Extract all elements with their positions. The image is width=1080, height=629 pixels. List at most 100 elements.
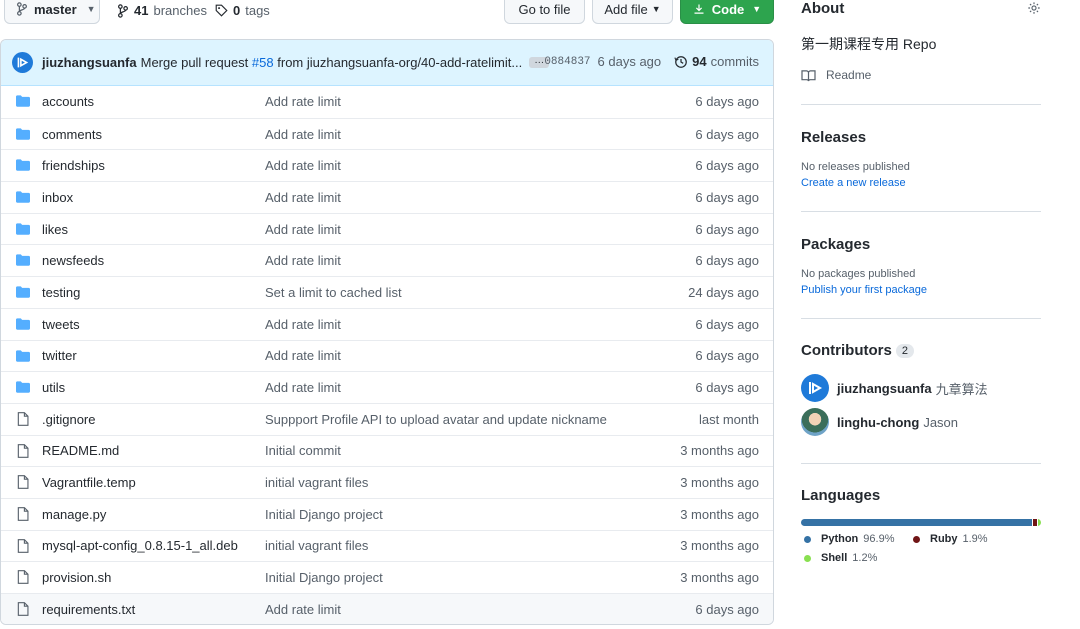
folder-icon [16, 254, 30, 267]
file-name-link[interactable]: README.md [42, 443, 119, 458]
file-name-link[interactable]: twitter [42, 348, 77, 363]
languages-bar [801, 519, 1041, 526]
commit-message[interactable]: Merge pull request #58 from jiuzhangsuan… [141, 55, 523, 70]
branches-count: 41 [134, 3, 149, 18]
file-commit-message-link[interactable]: Add rate limit [265, 348, 341, 363]
contributors-count: 2 [895, 343, 914, 358]
avatar[interactable] [12, 52, 33, 73]
file-row[interactable]: newsfeeds Add rate limit 6 days ago [1, 244, 773, 276]
language-item-ruby[interactable]: Ruby 1.9% [913, 533, 988, 545]
file-name-link[interactable]: manage.py [42, 507, 106, 522]
file-icon [17, 507, 29, 521]
file-commit-message-link[interactable]: initial vagrant files [265, 538, 368, 553]
file-row[interactable]: Vagrantfile.temp initial vagrant files 3 m… [1, 466, 773, 498]
create-release-link[interactable]: Create a new release [801, 177, 906, 189]
file-commit-message-link[interactable]: Add rate limit [265, 317, 341, 332]
file-name-link[interactable]: inbox [42, 190, 73, 205]
file-row[interactable]: likes Add rate limit 6 days ago [1, 212, 773, 245]
file-commit-age: last month [699, 411, 759, 427]
contributor-name: Jason [923, 414, 959, 430]
about-heading: About [801, 0, 845, 17]
file-row[interactable]: tweets Add rate limit 6 days ago [1, 307, 773, 340]
file-row[interactable]: accounts Add rate limit 6 days ago [1, 86, 773, 118]
commit-age[interactable]: 6 days ago [598, 54, 662, 69]
file-name-link[interactable]: mysql-apt-config_0.8.15-1_all.deb [42, 538, 238, 553]
commit-author[interactable]: jiuzhangsuanfa [42, 55, 137, 70]
file-name-link[interactable]: testing [42, 285, 80, 300]
file-row[interactable]: comments Add rate limit 6 days ago [1, 117, 773, 150]
go-to-file-button[interactable]: Go to file [504, 0, 585, 24]
file-name-link[interactable]: .gitignore [42, 412, 95, 427]
pull-request-link[interactable]: #58 [252, 55, 274, 70]
file-commit-message-link[interactable]: Add rate limit [265, 380, 341, 395]
file-name-link[interactable]: requirements.txt [42, 602, 135, 617]
file-name-link[interactable]: comments [42, 127, 102, 142]
file-commit-message-link[interactable]: Add rate limit [265, 602, 341, 617]
file-icon [17, 411, 29, 426]
file-name-link[interactable]: provision.sh [42, 570, 111, 585]
commit-sha[interactable]: 0884837 [544, 56, 590, 68]
language-item-shell[interactable]: Shell 1.2% [804, 552, 877, 564]
file-commit-message-link[interactable]: Add rate limit [265, 94, 341, 109]
file-commit-message-link[interactable]: Suppport Profile API to upload avatar an… [265, 412, 607, 427]
tags-link[interactable]: 0 tags [215, 3, 270, 18]
file-commit-message-link[interactable]: Add rate limit [265, 158, 341, 173]
file-row[interactable]: README.md Initial commit 3 months ago [1, 434, 773, 467]
file-name-link[interactable]: friendships [42, 158, 105, 173]
languages-heading: Languages [801, 487, 881, 504]
contributor-item[interactable]: jiuzhangsuanfa 九章算法 [801, 374, 988, 402]
contributors-header[interactable]: Contributors 2 [801, 342, 914, 359]
language-item-python[interactable]: Python 96.9% [804, 533, 894, 545]
file-row[interactable]: provision.sh Initial Django project 3 mont… [1, 561, 773, 593]
file-name-link[interactable]: tweets [42, 317, 80, 332]
gear-icon[interactable] [1027, 1, 1041, 15]
contributor-login[interactable]: linghu-chong [837, 415, 919, 430]
file-name-link[interactable]: utils [42, 380, 65, 395]
avatar[interactable] [801, 408, 829, 436]
file-row[interactable]: requirements.txt Add rate limit 6 days ago [1, 593, 773, 624]
language-percent: 96.9% [863, 533, 895, 545]
folder-icon [16, 159, 30, 172]
file-row[interactable]: manage.py Initial Django project 3 months … [1, 497, 773, 530]
tags-count: 0 [233, 3, 241, 18]
file-row[interactable]: inbox Add rate limit 6 days ago [1, 181, 773, 213]
file-name-link[interactable]: Vagrantfile.temp [42, 475, 136, 490]
file-row[interactable]: friendships Add rate limit 6 days ago [1, 149, 773, 181]
code-label: Code [711, 1, 745, 17]
file-name-link[interactable]: newsfeeds [42, 253, 104, 268]
file-name-link[interactable]: accounts [42, 94, 94, 109]
file-commit-age: 6 days ago [695, 380, 759, 396]
commits-link[interactable]: 94 commits [674, 54, 759, 69]
file-commit-message-link[interactable]: Initial commit [265, 443, 341, 458]
file-row[interactable]: .gitignore Suppport Profile API to upload… [1, 402, 773, 435]
file-row[interactable]: twitter Add rate limit 6 days ago [1, 339, 773, 372]
packages-heading[interactable]: Packages [801, 236, 870, 253]
file-row[interactable]: utils Add rate limit 6 days ago [1, 371, 773, 403]
file-row[interactable]: mysql-apt-config_0.8.15-1_all.deb initial… [1, 529, 773, 562]
file-commit-message-link[interactable]: Add rate limit [265, 190, 341, 205]
contributor-item[interactable]: linghu-chong Jason [801, 408, 958, 436]
file-commit-message-link[interactable]: Add rate limit [265, 222, 341, 237]
file-commit-message-link[interactable]: Initial Django project [265, 570, 383, 585]
file-commit-message-link[interactable]: Add rate limit [265, 127, 341, 142]
code-button[interactable]: Code ▼ [680, 0, 774, 24]
file-commit-message-link[interactable]: Set a limit to cached list [265, 285, 402, 300]
language-bar-segment [1032, 519, 1038, 526]
branch-selector-button[interactable]: master ▼ [4, 0, 100, 24]
publish-package-link[interactable]: Publish your first package [801, 284, 927, 296]
file-commit-message-link[interactable]: Initial Django project [265, 507, 383, 522]
file-commit-message-link[interactable]: initial vagrant files [265, 475, 368, 490]
contributor-login[interactable]: jiuzhangsuanfa [837, 381, 932, 396]
file-row[interactable]: testing Set a limit to cached list 24 days… [1, 276, 773, 308]
avatar[interactable] [801, 374, 829, 402]
file-commit-message-link[interactable]: Add rate limit [265, 253, 341, 268]
readme-label: Readme [826, 68, 872, 82]
readme-link[interactable]: Readme [801, 68, 871, 82]
add-file-button[interactable]: Add file ▼ [592, 0, 673, 24]
file-name-link[interactable]: likes [42, 222, 68, 237]
commits-label: commits [710, 54, 759, 69]
contributors-heading: Contributors [801, 342, 892, 359]
branches-link[interactable]: 41 branches [117, 3, 207, 18]
releases-heading[interactable]: Releases [801, 129, 866, 146]
download-icon [694, 4, 704, 14]
